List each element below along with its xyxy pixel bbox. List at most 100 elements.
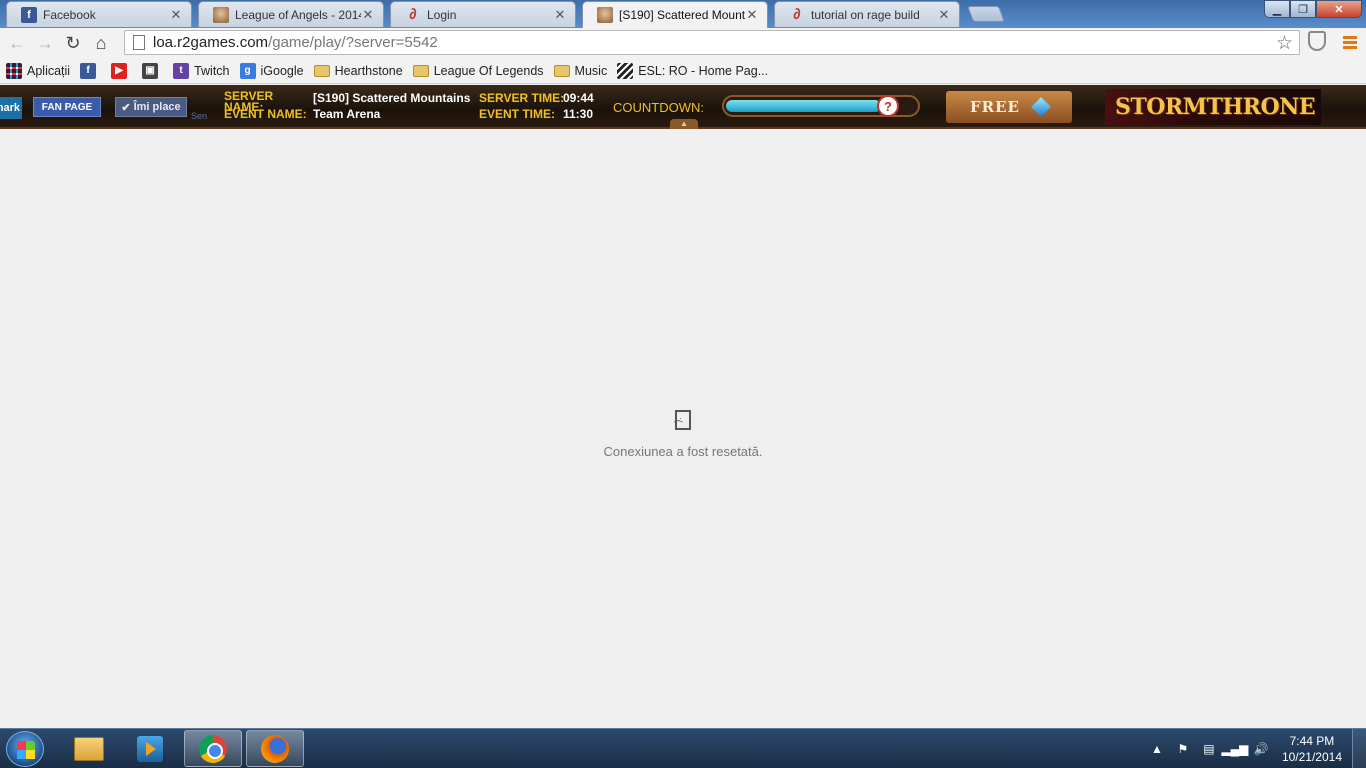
minimize-button[interactable]: ▁ (1264, 0, 1290, 18)
error-message: Conexiunea a fost resetată. (603, 444, 763, 459)
back-button[interactable]: ← (3, 29, 31, 57)
page-icon (133, 35, 145, 50)
event-time-label: EVENT TIME: (479, 107, 556, 121)
tab-title: [S190] Scattered Mountain (619, 8, 745, 22)
url-path: /game/play/?server=5542 (268, 34, 438, 51)
forward-button[interactable]: → (31, 29, 59, 57)
address-bar[interactable]: loa.r2games.com /game/play/?server=5542 … (124, 30, 1300, 55)
r2games-icon: ∂ (793, 6, 801, 23)
windows-logo-icon (17, 741, 35, 759)
bookmark-folder-league-of-legends[interactable]: League Of Legends (412, 64, 544, 78)
bookmark-label: Hearthstone (334, 63, 403, 78)
media-player-icon (137, 735, 163, 762)
bookmark-lol[interactable]: ▣ (142, 62, 163, 79)
facebook-icon: f (21, 6, 37, 23)
event-name-value: Team Arena (313, 107, 381, 121)
countdown-label: COUNTDOWN: (613, 100, 704, 115)
collapse-header-button[interactable]: ▲ (670, 119, 698, 129)
tab-title: League of Angels - 2014 M (235, 7, 361, 22)
tab-league-of-angels[interactable]: League of Angels - 2014 M ✕ (198, 1, 384, 27)
start-button[interactable] (6, 731, 44, 767)
volume-icon[interactable]: 🔊 (1253, 741, 1269, 757)
bookmark-apps[interactable]: Aplicații (6, 62, 71, 79)
esl-icon (617, 62, 634, 79)
restore-button[interactable]: ❐ (1290, 0, 1316, 18)
bookmark-youtube[interactable]: ▶ (111, 62, 132, 79)
browser-toolbar: ← → ↻ ⌂ loa.r2games.com /game/play/?serv… (0, 28, 1366, 58)
taskbar-chrome[interactable] (184, 730, 242, 767)
server-name-value: [S190] Scattered Mountains (313, 91, 471, 105)
system-tray: ▲ ⚑ ▤ ▂▄▆ 🔊 7:44 PM 10/21/2014 (1144, 729, 1366, 768)
chrome-icon (199, 734, 227, 763)
diamond-icon (1031, 97, 1051, 117)
like-label: Îmi place (133, 101, 181, 113)
loa-avatar-icon (597, 7, 613, 23)
close-icon[interactable]: ✕ (937, 7, 951, 23)
folder-icon (553, 64, 570, 77)
chrome-menu-icon[interactable] (1343, 36, 1357, 51)
folder-icon (313, 64, 330, 77)
bookmark-esl[interactable]: ESL: RO - Home Pag... (617, 62, 769, 79)
show-hidden-icons-icon[interactable]: ▲ (1149, 741, 1165, 757)
reload-button[interactable]: ↻ (59, 29, 87, 57)
close-window-button[interactable]: ✕ (1316, 0, 1362, 18)
clock[interactable]: 7:44 PM 10/21/2014 (1282, 733, 1342, 765)
bookmark-folder-music[interactable]: Music (553, 64, 607, 78)
close-icon[interactable]: ✕ (169, 7, 183, 23)
bookmark-star-icon[interactable]: ☆ (1276, 32, 1293, 55)
bookmark-label: iGoogle (260, 63, 304, 78)
home-button[interactable]: ⌂ (87, 29, 115, 57)
url-host: loa.r2games.com (153, 34, 269, 51)
lol-icon: ▣ (142, 62, 159, 79)
clock-date: 10/21/2014 (1281, 750, 1342, 764)
stormthrone-ad-banner[interactable]: STORMTHRONE (1105, 89, 1321, 125)
new-tab-button[interactable] (967, 6, 1005, 22)
close-icon[interactable]: ✕ (745, 7, 759, 23)
send-link[interactable]: Sen (191, 111, 207, 121)
window-controls: ▁ ❐ ✕ (1264, 0, 1362, 18)
bookmark-label: ESL: RO - Home Pag... (638, 63, 769, 78)
facebook-icon: f (80, 62, 97, 79)
taskbar-explorer[interactable] (60, 730, 118, 767)
network-signal-icon[interactable]: ▂▄▆ (1221, 741, 1248, 757)
bookmark-facebook[interactable]: f (80, 62, 101, 79)
device-icon[interactable]: ▤ (1201, 741, 1217, 757)
bookmarks-bar: Aplicații f ▶ ▣ t Twitch g iGoogle Heart… (0, 58, 1366, 84)
tab-title: Login (427, 7, 457, 22)
bookmark-twitch[interactable]: t Twitch (173, 62, 230, 79)
tab-facebook[interactable]: f Facebook ✕ (6, 1, 192, 27)
close-icon[interactable]: ✕ (553, 7, 567, 23)
folder-icon (412, 64, 429, 77)
apps-icon (6, 62, 22, 79)
taskbar-firefox[interactable] (246, 730, 304, 767)
sad-page-icon (675, 410, 691, 430)
tab-login[interactable]: ∂ Login ✕ (390, 1, 576, 27)
free-label: FREE (970, 98, 1020, 116)
close-icon[interactable]: ✕ (361, 7, 375, 23)
fan-page-button[interactable]: FAN PAGE (33, 97, 101, 117)
tab-title: Facebook (43, 7, 96, 22)
tab-scattered-mountains[interactable]: [S190] Scattered Mountain ✕ (582, 1, 768, 28)
taskbar-media-player[interactable] (121, 730, 179, 767)
bookmark-site-button[interactable]: nark (0, 97, 22, 119)
firefox-icon (261, 734, 289, 763)
tab-strip: f Facebook ✕ League of Angels - 2014 M ✕… (0, 0, 1366, 28)
bookmark-folder-hearthstone[interactable]: Hearthstone (313, 63, 403, 78)
event-name-label: EVENT NAME: (224, 107, 307, 121)
server-time-value: 09:44 (563, 91, 594, 105)
error-page: Conexiunea a fost resetată. (0, 400, 1366, 459)
show-desktop-button[interactable] (1352, 729, 1366, 768)
bookmark-igoogle[interactable]: g iGoogle (239, 62, 304, 79)
like-button[interactable]: ✔ Îmi place (115, 97, 187, 117)
check-icon: ✔ (121, 101, 134, 114)
action-center-flag-icon[interactable]: ⚑ (1175, 741, 1191, 757)
clock-time: 7:44 PM (1289, 734, 1335, 748)
server-time-label: SERVER TIME: (479, 91, 565, 105)
shield-extension-icon[interactable] (1308, 31, 1326, 51)
bookmark-label: Aplicații (27, 63, 71, 78)
explorer-icon (74, 736, 104, 761)
youtube-icon: ▶ (111, 62, 128, 79)
tab-tutorial-rage-build[interactable]: ∂ tutorial on rage build ✕ (774, 1, 960, 27)
r2games-icon: ∂ (409, 6, 417, 23)
free-diamond-button[interactable]: FREE (946, 91, 1072, 123)
